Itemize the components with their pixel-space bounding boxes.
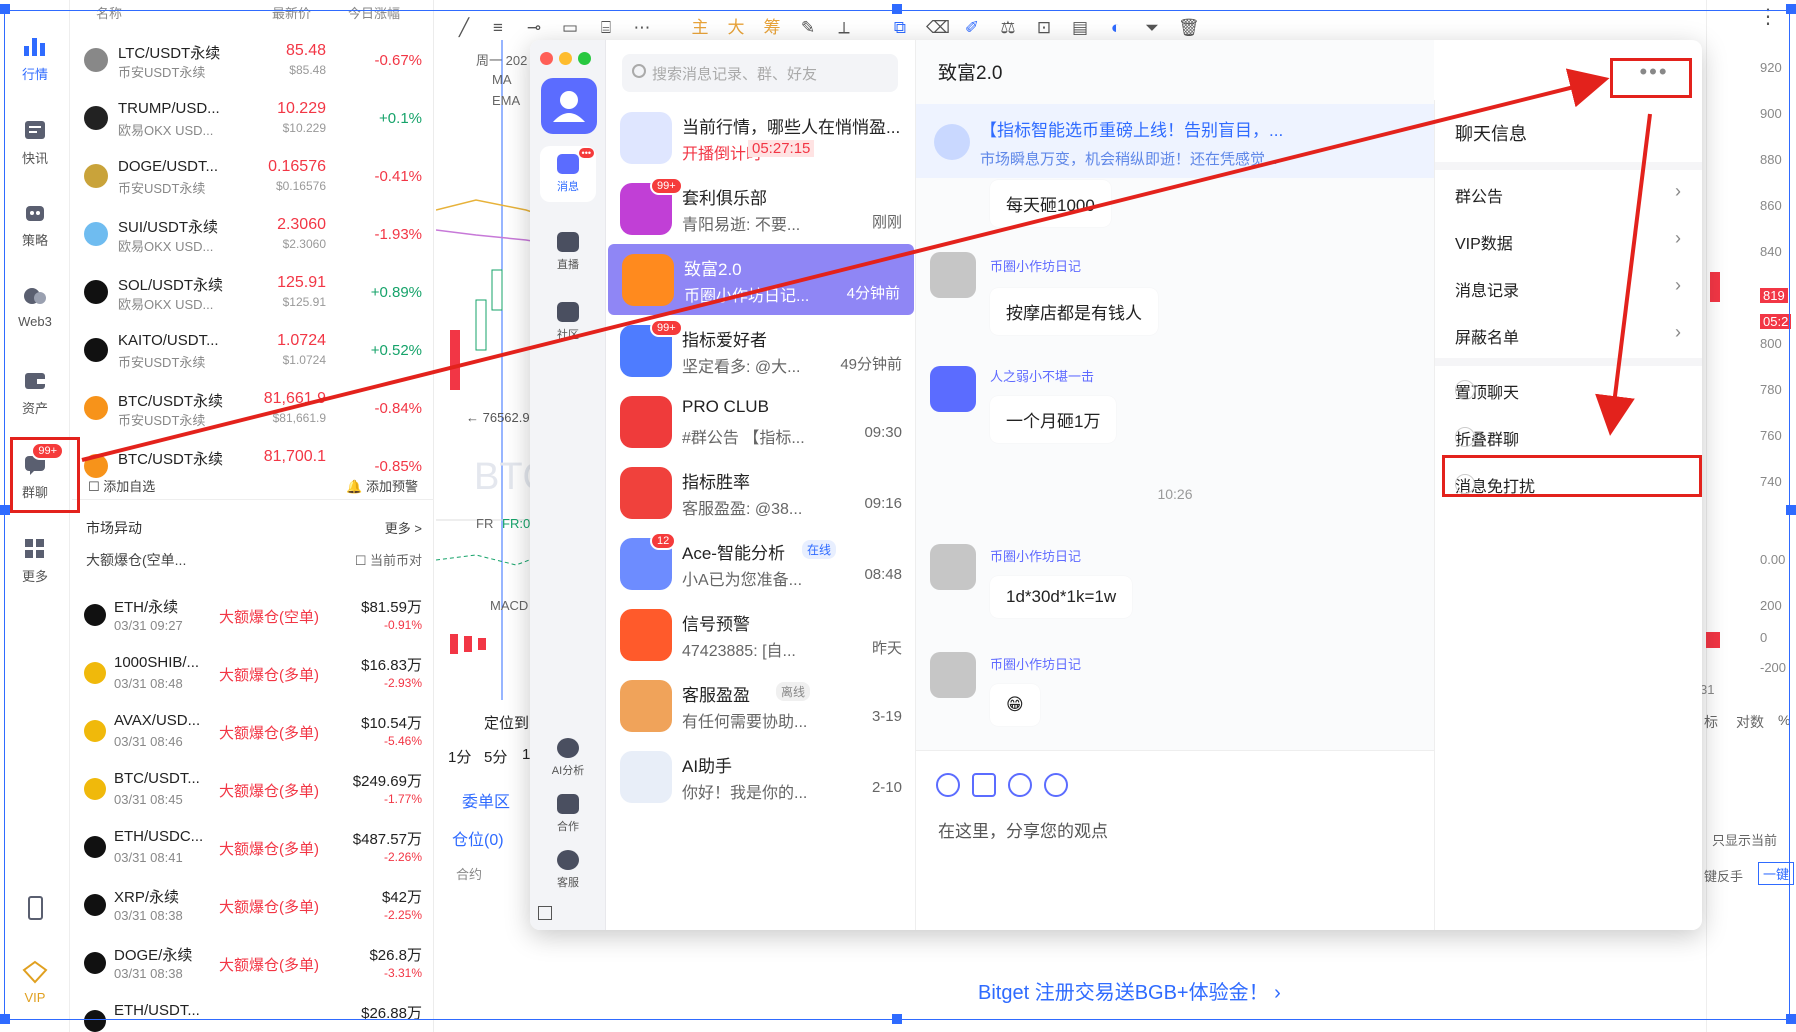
resize-handle[interactable] — [0, 4, 10, 14]
resize-handle[interactable] — [1786, 1014, 1796, 1024]
resize-handle[interactable] — [1786, 4, 1796, 14]
screen: { "nav": [ {"label": "行情", "icon": "char… — [0, 0, 1796, 1032]
resize-handle[interactable] — [0, 505, 10, 515]
promo-link[interactable]: Bitget 注册交易送BGB+体验金！ › — [978, 976, 1281, 1005]
selection-frame — [4, 10, 1790, 1020]
resize-handle[interactable] — [892, 4, 902, 14]
resize-handle[interactable] — [892, 1014, 902, 1024]
resize-handle[interactable] — [1786, 505, 1796, 515]
resize-handle[interactable] — [0, 1014, 10, 1024]
